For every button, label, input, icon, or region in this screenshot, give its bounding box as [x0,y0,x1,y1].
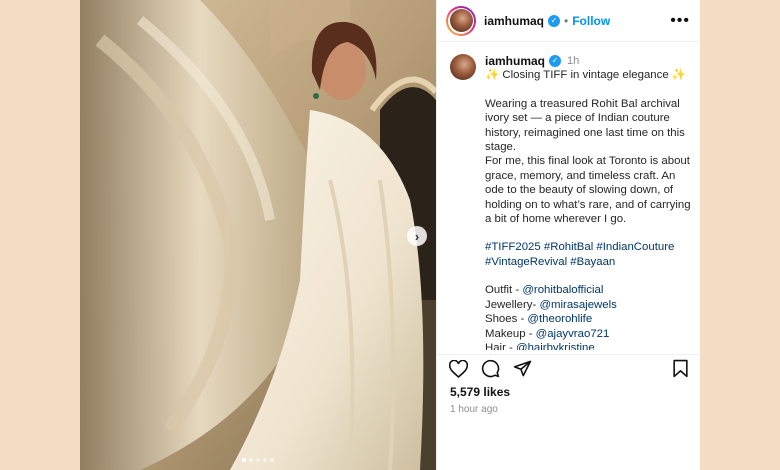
avatar [449,9,473,32]
mention-link[interactable]: @mirasajewels [539,299,616,311]
instagram-post: › iamhumaq ✓ • Follow ••• iamhumaq ✓ 1h … [80,0,701,470]
sparkles-icon: ✨ [485,69,500,82]
more-options-icon[interactable]: ••• [670,12,690,29]
post-photo[interactable]: › [80,0,436,470]
caption-paragraph: Wearing a treasured Rohit Bal archival i… [485,97,685,154]
credit-line: Shoes - @theorohlife [485,312,691,326]
hashtag-line[interactable]: #VintageRevival #Bayaan [485,255,691,269]
mention-link[interactable]: @theorohlife [527,313,592,325]
mention-link[interactable]: @rohitbalofficial [522,284,603,296]
carousel-dot [242,458,246,462]
post-timestamp: 1 hour ago [450,404,498,415]
credit-line: Jewellery- @mirasajewels [485,298,691,312]
separator-dot: • [564,13,569,28]
post-header: iamhumaq ✓ • Follow ••• [437,0,700,42]
caption-headline: ✨ Closing TIFF in vintage elegance ✨ [485,68,691,82]
header-username[interactable]: iamhumaq [484,14,544,28]
carousel-dot [249,458,253,462]
caption-paragraph: For me, this final look at Toronto is ab… [485,155,691,226]
carousel-dot [263,458,267,462]
credit-label: Shoes - [485,313,528,326]
verified-badge-icon: ✓ [549,55,562,68]
headline-text: Closing TIFF in vintage elegance [502,69,669,82]
credits-list: Outfit - @rohitbalofficial Jewellery- @m… [485,283,691,350]
caption-avatar[interactable] [450,54,476,80]
photo-illustration [80,0,436,470]
share-icon[interactable] [511,358,533,380]
next-image-button[interactable]: › [407,226,427,246]
heart-icon[interactable] [447,358,469,380]
carousel-indicator [80,458,436,462]
follow-button[interactable]: Follow [572,14,610,28]
comment-icon[interactable] [479,358,501,380]
mention-link[interactable]: @hairbykristine [516,342,595,350]
carousel-dot [270,458,274,462]
credit-line: Outfit - @rohitbalofficial [485,283,691,297]
credit-label: Hair - [485,341,517,350]
credit-label: Makeup - [485,327,536,340]
sparkles-icon: ✨ [671,69,687,82]
hashtag-line[interactable]: #TIFF2025 #RohitBal #IndianCouture [485,240,691,254]
caption-username[interactable]: iamhumaq [485,54,545,68]
caption-time: 1h [567,55,580,67]
carousel-dot [256,458,260,462]
credit-line: Makeup - @ajayvrao721 [485,327,691,341]
post-side-panel: iamhumaq ✓ • Follow ••• iamhumaq ✓ 1h ✨ … [436,0,701,470]
credit-line: Hair - @hairbykristine [485,341,691,350]
credit-label: Outfit - [485,284,523,297]
like-count[interactable]: 5,579 likes [450,385,510,399]
mention-link[interactable]: @ajayvrao721 [536,328,610,340]
caption-area: iamhumaq ✓ 1h ✨ Closing TIFF in vintage … [437,48,701,350]
verified-badge-icon: ✓ [548,14,561,27]
bookmark-icon[interactable] [669,358,691,380]
story-ring-avatar[interactable] [446,5,476,36]
action-bar [437,354,701,382]
hashtags[interactable]: #TIFF2025 #RohitBal #IndianCouture #Vint… [485,240,691,269]
credit-label: Jewellery- [485,298,540,311]
